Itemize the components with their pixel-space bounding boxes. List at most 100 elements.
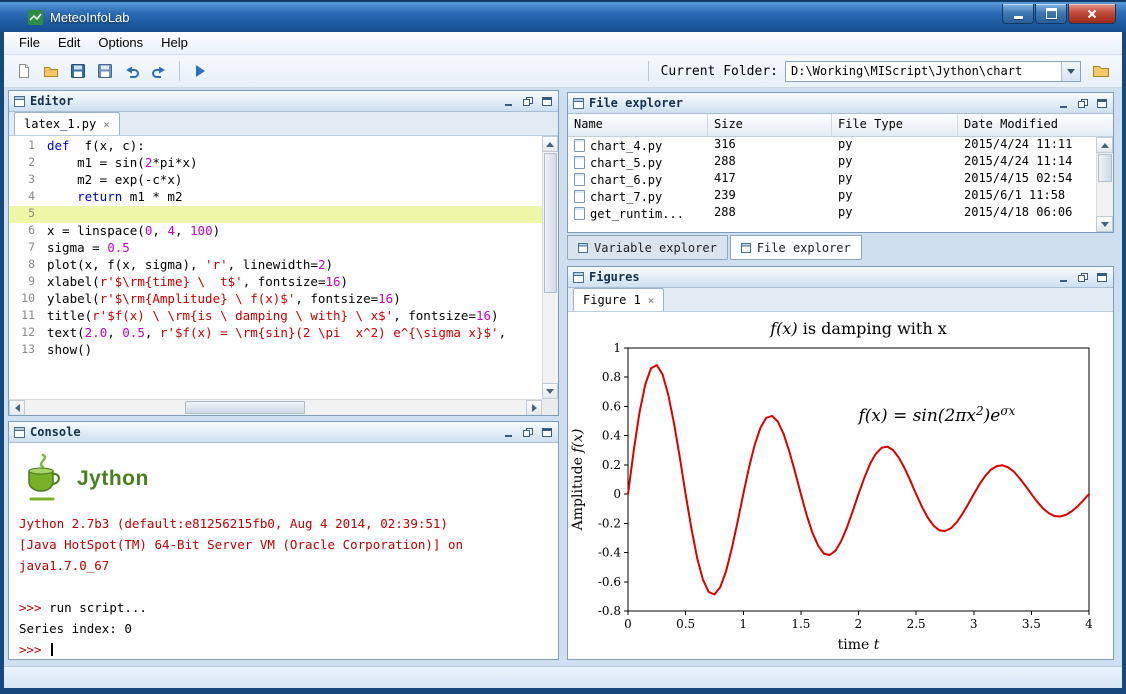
panel-float-button[interactable] xyxy=(522,96,534,107)
line-number: 7 xyxy=(9,240,47,257)
tab-latex-1-py[interactable]: latex_1.py × xyxy=(14,112,120,135)
console-line: Series index: 0 xyxy=(19,618,548,639)
undo-icon xyxy=(124,63,140,79)
editor-horizontal-scrollbar[interactable] xyxy=(9,399,542,415)
menu-file[interactable]: File xyxy=(10,32,49,54)
code-line: 2 m1 = sin(2*pi*x) xyxy=(9,155,542,172)
save-all-button[interactable] xyxy=(93,59,117,83)
scroll-up-button[interactable] xyxy=(542,136,558,152)
current-folder-value[interactable]: D:\Working\MIScript\Jython\chart xyxy=(786,62,1061,81)
choose-folder-button[interactable] xyxy=(1088,60,1114,82)
run-script-button[interactable] xyxy=(188,59,212,83)
menu-options[interactable]: Options xyxy=(89,32,152,54)
tab-close-icon[interactable]: × xyxy=(648,294,655,307)
panel-minimize-button[interactable] xyxy=(503,96,515,107)
tab-variable-explorer[interactable]: Variable explorer xyxy=(567,235,728,260)
file-explorer-panel-header[interactable]: File explorer xyxy=(568,93,1113,114)
panel-maximize-button[interactable] xyxy=(1096,98,1108,109)
console-panel-header[interactable]: Console xyxy=(9,422,558,443)
code-editor[interactable]: 1def f(x, c):2 m1 = sin(2*pi*x)3 m2 = ex… xyxy=(9,136,558,415)
panel-minimize-button[interactable] xyxy=(1058,98,1070,109)
console-body[interactable]: Jython Jython 2.7b3 (default:e81256215fb… xyxy=(9,443,558,659)
menubar: File Edit Options Help xyxy=(4,32,1122,55)
explorer-vertical-scrollbar[interactable] xyxy=(1096,137,1113,232)
svg-text:0.5: 0.5 xyxy=(676,617,695,631)
scroll-left-button[interactable] xyxy=(9,400,25,415)
panel-float-button[interactable] xyxy=(522,427,534,438)
figures-panel-header[interactable]: Figures xyxy=(568,267,1113,288)
vertical-scroll-thumb[interactable] xyxy=(544,153,557,293)
minimize-button[interactable] xyxy=(1002,4,1034,24)
column-header-file-type[interactable]: File Type xyxy=(832,114,958,136)
column-header-size[interactable]: Size xyxy=(708,114,832,136)
code-line: 6x = linspace(0, 4, 100) xyxy=(9,223,542,240)
editor-panel-header[interactable]: Editor xyxy=(9,91,558,112)
console-panel-title: Console xyxy=(30,425,81,439)
tab-file-explorer[interactable]: File explorer xyxy=(730,235,862,260)
window-icon xyxy=(578,243,588,253)
vertical-scroll-thumb[interactable] xyxy=(1098,154,1112,182)
line-number: 4 xyxy=(9,189,47,206)
panel-minimize-button[interactable] xyxy=(1058,272,1070,283)
scroll-down-button[interactable] xyxy=(542,383,558,399)
scroll-right-button[interactable] xyxy=(526,400,542,415)
line-number: 9 xyxy=(9,274,47,291)
menu-edit[interactable]: Edit xyxy=(49,32,89,54)
panel-maximize-button[interactable] xyxy=(541,96,553,107)
editor-tabbar: latex_1.py × xyxy=(9,112,558,136)
tab-label: File explorer xyxy=(757,241,851,255)
redo-button[interactable] xyxy=(147,59,171,83)
file-name: chart_7.py xyxy=(590,190,662,204)
code-lines[interactable]: 1def f(x, c):2 m1 = sin(2*pi*x)3 m2 = ex… xyxy=(9,138,542,399)
current-folder-dropdown-button[interactable] xyxy=(1061,62,1080,81)
explorer-tab-strip: Variable explorer File explorer xyxy=(567,235,1114,260)
panel-maximize-button[interactable] xyxy=(1096,272,1108,283)
panel-float-button[interactable] xyxy=(1077,98,1089,109)
maximize-button[interactable] xyxy=(1035,4,1067,24)
titlebar[interactable]: MeteoInfoLab xyxy=(0,0,1126,32)
panel-minimize-button[interactable] xyxy=(503,427,515,438)
close-button[interactable] xyxy=(1068,4,1116,24)
scroll-up-button[interactable] xyxy=(1096,137,1113,153)
jython-cup-icon xyxy=(21,453,65,505)
tab-figure-1[interactable]: Figure 1 × xyxy=(573,288,664,311)
panel-maximize-button[interactable] xyxy=(541,427,553,438)
file-row[interactable]: chart_4.py316py2015/4/24 11:11 xyxy=(568,137,1096,154)
tab-close-icon[interactable]: × xyxy=(103,118,110,131)
arrow-up-icon xyxy=(546,142,554,147)
svg-text:f(x) = sin(2πx2)eσx: f(x) = sin(2πx2)eσx xyxy=(857,404,1016,426)
save-button[interactable] xyxy=(66,59,90,83)
menu-help[interactable]: Help xyxy=(152,32,197,54)
text-cursor xyxy=(51,643,53,656)
svg-text:0: 0 xyxy=(613,487,621,501)
svg-text:1: 1 xyxy=(739,617,747,631)
editor-vertical-scrollbar[interactable] xyxy=(542,136,558,399)
line-number: 10 xyxy=(9,291,47,308)
column-header-date-modified[interactable]: Date Modified xyxy=(958,114,1113,136)
chevron-down-icon xyxy=(1067,69,1075,74)
file-icon xyxy=(574,207,585,220)
file-rows[interactable]: chart_4.py316py2015/4/24 11:11chart_5.py… xyxy=(568,137,1096,232)
open-file-button[interactable] xyxy=(39,59,63,83)
horizontal-scroll-thumb[interactable] xyxy=(185,401,305,414)
line-number: 11 xyxy=(9,308,47,325)
column-header-name[interactable]: Name xyxy=(568,114,708,136)
svg-text:0.2: 0.2 xyxy=(602,458,621,472)
file-table-header: Name Size File Type Date Modified xyxy=(568,114,1113,137)
arrow-right-icon xyxy=(532,404,537,412)
file-row[interactable]: chart_5.py288py2015/4/24 11:14 xyxy=(568,154,1096,171)
file-row[interactable]: chart_6.py417py2015/4/15 02:54 xyxy=(568,171,1096,188)
svg-text:-0.4: -0.4 xyxy=(598,546,622,560)
undo-button[interactable] xyxy=(120,59,144,83)
console-panel: Console Jython Jython 2.7b3 (default:e81… xyxy=(8,421,559,660)
scroll-down-button[interactable] xyxy=(1096,216,1113,232)
redo-icon xyxy=(151,63,167,79)
file-row[interactable]: get_runtim...288py2015/4/18 06:06 xyxy=(568,205,1096,222)
panel-float-button[interactable] xyxy=(1077,272,1089,283)
code-line: 1def f(x, c): xyxy=(9,138,542,155)
scrollbar-corner xyxy=(542,399,558,415)
new-file-button[interactable] xyxy=(12,59,36,83)
current-folder-combobox[interactable]: D:\Working\MIScript\Jython\chart xyxy=(785,61,1081,82)
console-output[interactable]: Jython 2.7b3 (default:e81256215fb0, Aug … xyxy=(19,513,548,659)
file-row[interactable]: chart_7.py239py2015/6/1 11:58 xyxy=(568,188,1096,205)
